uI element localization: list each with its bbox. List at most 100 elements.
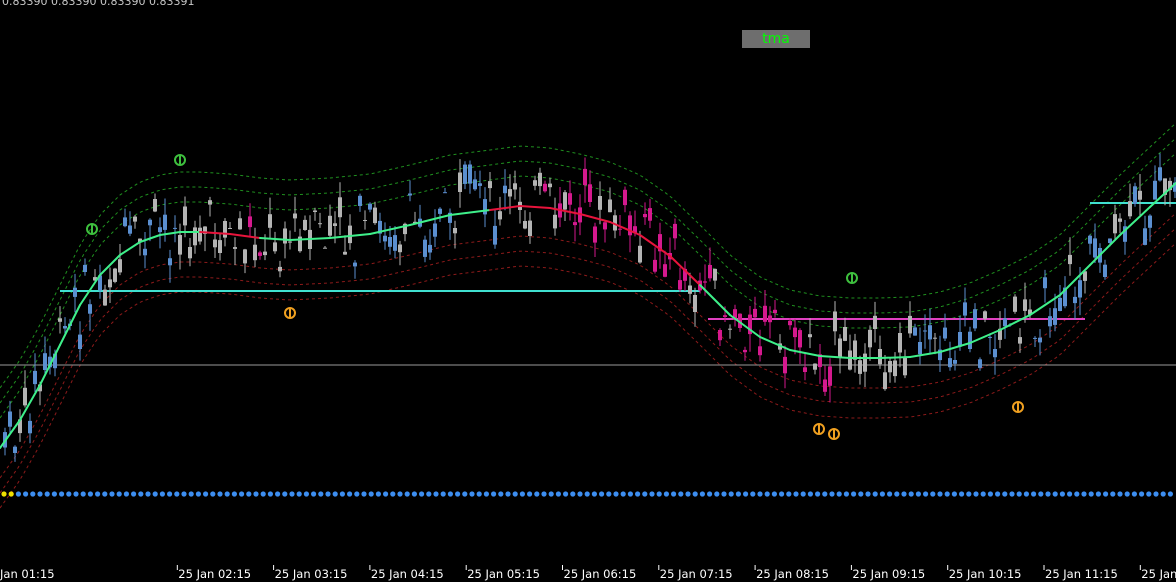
price-chart: Jan 01:15 25 Jan 02:15 25 Jan 03:15 25 Jan … bbox=[0, 122, 1176, 581]
candle-body bbox=[118, 259, 122, 273]
level-dot bbox=[721, 491, 727, 497]
candle-body bbox=[878, 349, 882, 365]
candle-body bbox=[883, 372, 887, 390]
candle-body bbox=[1018, 337, 1022, 344]
candle-body bbox=[528, 220, 532, 236]
level-dot bbox=[527, 491, 533, 497]
level-dot bbox=[829, 491, 835, 497]
candle-body bbox=[853, 340, 857, 360]
candle-body bbox=[1023, 299, 1027, 311]
level-dot bbox=[231, 491, 237, 497]
level-dot bbox=[872, 491, 878, 497]
candle-body bbox=[753, 308, 757, 318]
candle-body bbox=[218, 240, 222, 253]
candle-body bbox=[763, 305, 767, 322]
candle-body bbox=[288, 241, 292, 243]
level-dot bbox=[512, 491, 518, 497]
candle-body bbox=[993, 349, 997, 358]
candle-body bbox=[153, 199, 157, 212]
x-tick-label: 25 Jan 07:15 bbox=[660, 567, 733, 581]
candle-body bbox=[1093, 238, 1097, 258]
level-dot bbox=[224, 491, 230, 497]
candle-body bbox=[223, 221, 227, 238]
candle-body bbox=[553, 214, 557, 229]
candle-body bbox=[1038, 337, 1042, 343]
level-dot bbox=[51, 491, 58, 497]
candle-body bbox=[228, 228, 232, 229]
candle-body bbox=[263, 251, 267, 256]
candle-body bbox=[833, 311, 837, 332]
level-dot bbox=[620, 491, 626, 497]
level-dot bbox=[30, 491, 36, 497]
candle-body bbox=[328, 215, 332, 236]
candle-body bbox=[158, 227, 162, 233]
candle-body bbox=[988, 336, 992, 338]
level-dot bbox=[555, 491, 562, 497]
level-dot bbox=[649, 491, 655, 497]
candle-body bbox=[573, 222, 577, 226]
candle-body bbox=[1148, 215, 1152, 228]
level-dot bbox=[563, 491, 569, 497]
candle-body bbox=[728, 328, 732, 330]
candle-body bbox=[1078, 280, 1082, 298]
candle-body bbox=[543, 183, 547, 192]
candle-body bbox=[793, 327, 797, 338]
level-dot bbox=[807, 491, 814, 497]
candle-body bbox=[1048, 316, 1052, 327]
level-dot bbox=[203, 491, 209, 497]
candle-body bbox=[1138, 190, 1142, 200]
level-dot bbox=[426, 491, 432, 497]
candle-body bbox=[868, 329, 872, 348]
candle-body bbox=[248, 216, 252, 228]
level-dot bbox=[944, 491, 950, 497]
level-dot bbox=[570, 491, 576, 497]
level-dot bbox=[901, 491, 907, 497]
candle-body bbox=[508, 189, 512, 197]
candle-body bbox=[188, 247, 192, 259]
candles bbox=[3, 153, 1176, 462]
level-dot bbox=[599, 491, 605, 497]
level-dot bbox=[627, 491, 634, 497]
candle-body bbox=[663, 264, 667, 277]
candle-body bbox=[503, 185, 507, 194]
candle-body bbox=[88, 304, 92, 314]
level-dot bbox=[498, 491, 504, 497]
level-dot bbox=[685, 491, 691, 497]
tma-segment bbox=[699, 284, 731, 316]
level-dot bbox=[311, 491, 317, 497]
candle-body bbox=[243, 249, 247, 264]
candle-body bbox=[823, 379, 827, 392]
level-dot bbox=[678, 491, 684, 497]
level-dot bbox=[123, 491, 129, 497]
level-dot bbox=[1059, 491, 1065, 497]
candle-body bbox=[768, 315, 772, 323]
candle-body bbox=[583, 168, 587, 186]
candle-body bbox=[283, 228, 287, 244]
candle-body bbox=[1133, 186, 1137, 204]
level-dot bbox=[851, 491, 857, 497]
level-dot bbox=[858, 491, 864, 497]
level-dot bbox=[87, 491, 93, 497]
level-dot bbox=[771, 491, 778, 497]
candle-body bbox=[608, 199, 612, 213]
level-dot bbox=[1124, 491, 1130, 497]
level-dot bbox=[836, 491, 842, 497]
candle-body bbox=[368, 203, 372, 210]
x-tick-label: 25 Jan 09:15 bbox=[852, 567, 925, 581]
level-dot bbox=[915, 491, 922, 497]
level-dot bbox=[217, 491, 223, 497]
level-dot bbox=[692, 491, 698, 497]
level-dot bbox=[973, 491, 979, 497]
x-axis: Jan 01:15 25 Jan 02:15 25 Jan 03:15 25 Jan … bbox=[0, 565, 1176, 581]
level-dot bbox=[66, 491, 72, 497]
level-dot bbox=[1023, 491, 1029, 497]
level-dot bbox=[339, 491, 345, 497]
candle-body bbox=[808, 334, 812, 338]
candle-body bbox=[798, 330, 802, 348]
level-dot bbox=[966, 491, 972, 497]
level-dot bbox=[145, 491, 151, 497]
candle-body bbox=[1058, 297, 1062, 311]
level-dot bbox=[735, 491, 742, 497]
level-dot bbox=[95, 491, 101, 497]
level-dot bbox=[815, 491, 821, 497]
